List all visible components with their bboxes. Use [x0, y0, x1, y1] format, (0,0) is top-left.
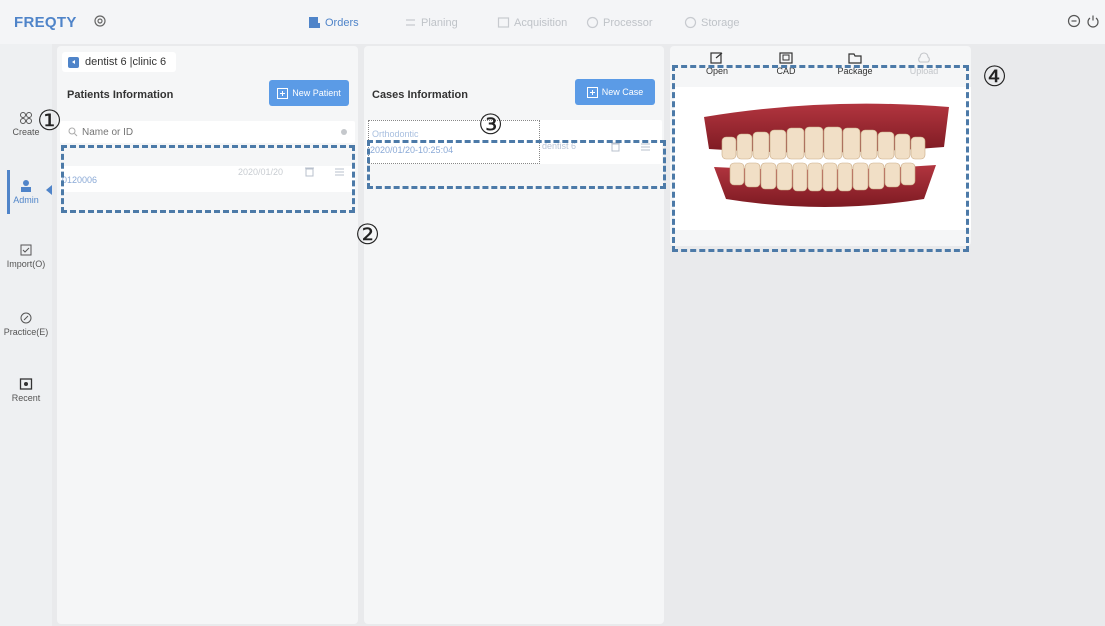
sidebar-item-label: Recent: [11, 393, 41, 403]
tab-orders[interactable]: Orders: [308, 16, 359, 29]
cases-title: Cases Information: [372, 89, 468, 101]
button-label: New Patient: [292, 88, 341, 98]
sidebar-item-label: Admin: [13, 195, 39, 205]
breadcrumb[interactable]: dentist 6 |clinic 6: [62, 52, 177, 72]
sidebar-item-label: Import(O): [6, 259, 46, 269]
top-bar: FREQTY Orders Planing Acquisition Proces…: [0, 0, 1105, 44]
sidebar-item-import[interactable]: Import(O): [0, 243, 52, 269]
delete-icon[interactable]: [610, 141, 621, 152]
new-case-button[interactable]: New Case: [575, 79, 655, 105]
tab-label: Planing: [421, 16, 458, 29]
processor-icon: [586, 16, 599, 29]
settings-icon[interactable]: [93, 14, 107, 28]
tab-label: Orders: [325, 16, 359, 29]
patients-panel: dentist 6 |clinic 6 Patients Information…: [57, 46, 358, 624]
delete-icon[interactable]: [304, 166, 315, 177]
cases-panel: Cases Information New Case Orthodontic 2…: [364, 46, 664, 624]
annotation-marker-2: ②: [355, 218, 381, 251]
planing-icon: [406, 19, 415, 26]
cad-icon: [779, 52, 793, 64]
patients-title: Patients Information: [67, 89, 174, 101]
tab-label: Storage: [701, 16, 740, 29]
plus-icon: [277, 87, 289, 99]
tab-storage[interactable]: Storage: [684, 16, 740, 29]
user-icon: [21, 180, 31, 192]
storage-icon: [684, 16, 697, 29]
eye-icon: [19, 378, 33, 390]
sidebar-item-recent[interactable]: Recent: [0, 377, 52, 403]
dental-scan-image: [704, 103, 949, 207]
app-logo: FREQTY: [14, 14, 77, 31]
sidebar-item-practice[interactable]: Practice(E): [0, 311, 52, 337]
tool-label: Open: [705, 66, 729, 76]
viewer-panel: Open CAD Package Upload: [670, 46, 971, 246]
grid-icon: [20, 112, 32, 124]
cad-tool[interactable]: CAD: [756, 52, 816, 76]
patient-date: 2020/01/20: [238, 167, 284, 177]
upload-icon: [918, 52, 930, 63]
patient-id: 0120006: [62, 175, 98, 185]
tool-label: Upload: [909, 66, 939, 76]
tab-processor[interactable]: Processor: [586, 16, 653, 29]
package-tool[interactable]: Package: [825, 52, 885, 76]
patient-row[interactable]: 0120006 2020/01/20: [60, 166, 355, 192]
case-type: Orthodontic: [372, 129, 419, 139]
case-datetime: 2020/01/20-10:25:04: [370, 145, 454, 155]
search-input[interactable]: [82, 126, 337, 138]
annotation-marker-3: ③: [478, 108, 504, 141]
open-tool[interactable]: Open: [687, 52, 747, 76]
search-icon: [68, 127, 78, 137]
breadcrumb-label: dentist 6 |clinic 6: [85, 56, 167, 68]
tab-acquisition[interactable]: Acquisition: [497, 16, 567, 29]
tab-label: Processor: [603, 16, 653, 29]
minimize-icon[interactable]: [1067, 14, 1081, 28]
clear-icon[interactable]: [341, 129, 347, 135]
open-icon: [710, 52, 723, 64]
button-label: New Case: [601, 87, 644, 97]
details-icon[interactable]: [640, 141, 651, 152]
sidebar-item-label: Practice(E): [3, 327, 49, 337]
case-row[interactable]: Orthodontic 2020/01/20-10:25:04 dentist …: [366, 120, 662, 164]
tab-label: Acquisition: [514, 16, 568, 29]
annotation-marker-1: ①: [37, 104, 63, 137]
sidebar-item-label: Create: [12, 127, 40, 137]
orders-icon: [309, 17, 320, 28]
new-patient-button[interactable]: New Patient: [269, 80, 349, 106]
acquisition-icon: [497, 17, 510, 28]
dental-model-view[interactable]: [674, 87, 971, 230]
practice-icon: [20, 312, 32, 324]
patient-search[interactable]: [60, 121, 355, 143]
tool-label: CAD: [776, 66, 796, 76]
annotation-marker-4: ④: [982, 60, 1008, 93]
package-icon: [848, 53, 862, 64]
import-icon: [20, 244, 32, 256]
tool-label: Package: [837, 66, 873, 76]
upload-tool[interactable]: Upload: [894, 52, 954, 76]
plus-icon: [586, 86, 598, 98]
back-icon[interactable]: [68, 56, 79, 68]
tab-planing[interactable]: Planing: [404, 16, 458, 29]
case-selection: [368, 120, 540, 164]
details-icon[interactable]: [334, 166, 345, 177]
case-dentist: dentist 6: [542, 141, 577, 151]
power-icon[interactable]: [1086, 14, 1100, 28]
sidebar-item-admin[interactable]: Admin: [0, 179, 52, 205]
